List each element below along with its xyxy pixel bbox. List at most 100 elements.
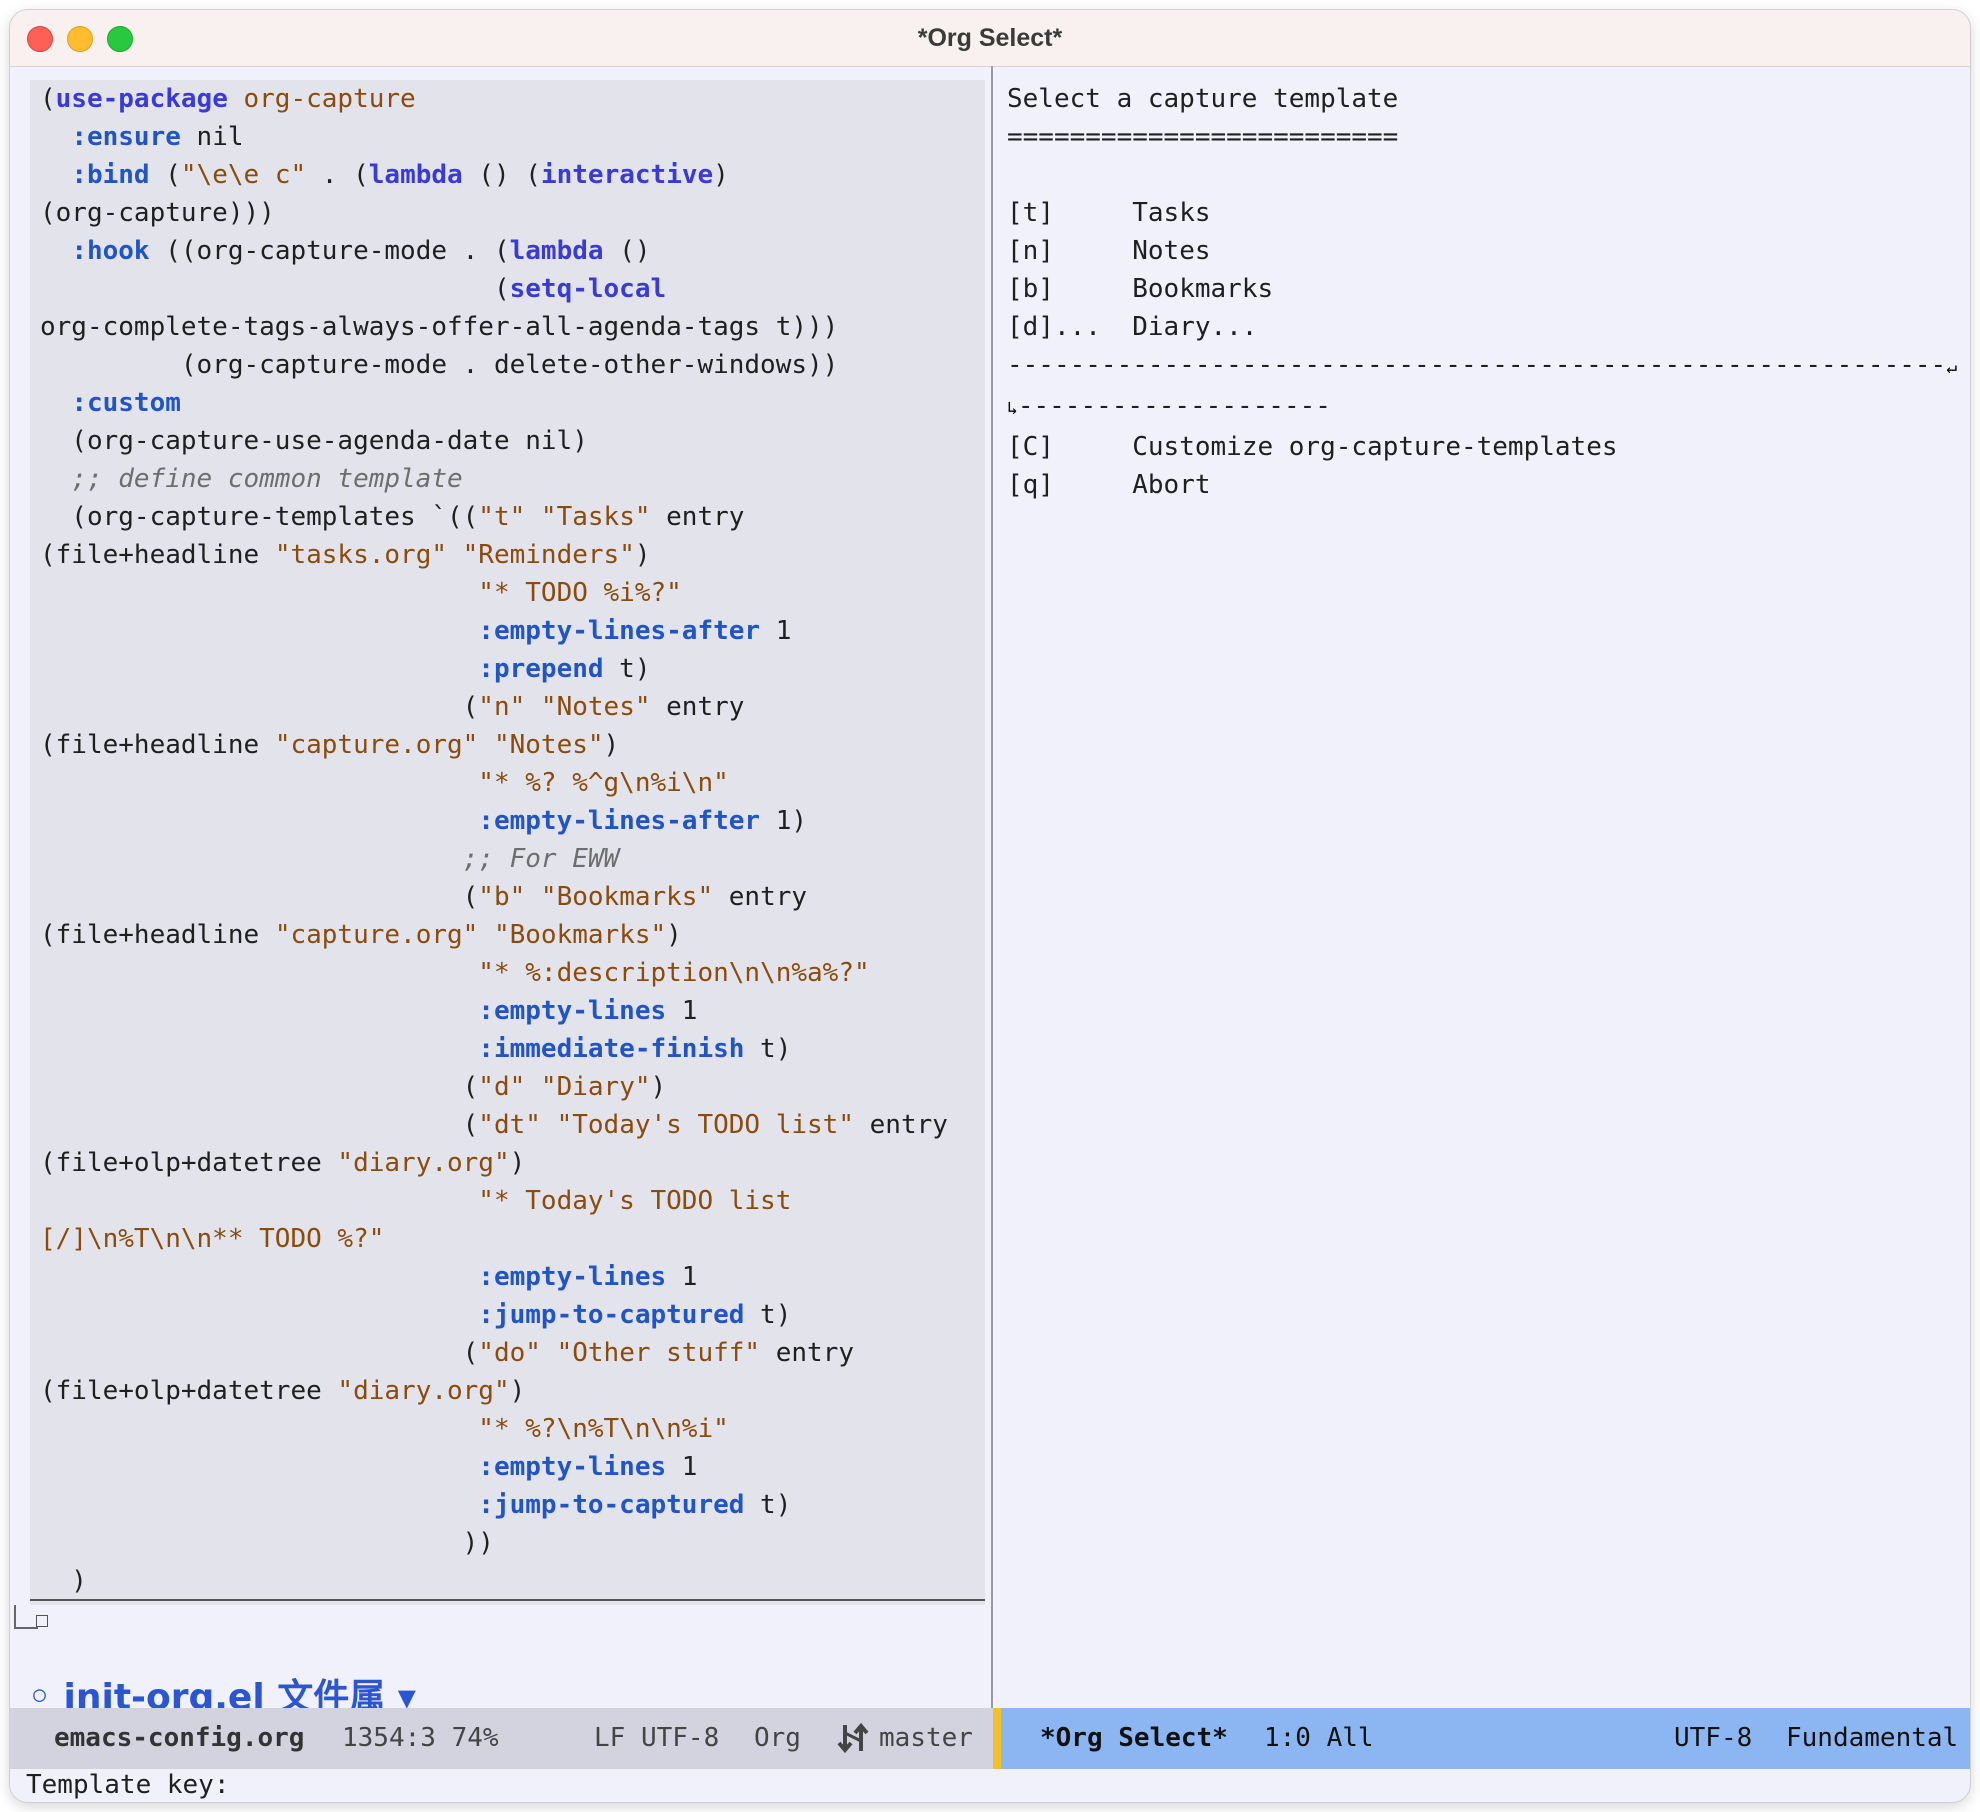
code-token: :empty-lines — [478, 1452, 667, 1482]
code-line: :empty-lines 1 — [40, 992, 948, 1030]
left-code-buffer[interactable]: (use-package org-capture :ensure nil :bi… — [40, 80, 948, 1600]
code-token: ) — [40, 1566, 87, 1596]
code-line: :immediate-finish t) — [40, 1030, 948, 1068]
code-line: (org-capture-use-agenda-date nil) — [40, 422, 948, 460]
template-key-tasks[interactable]: [t] — [1007, 198, 1054, 228]
code-token: (org-capture-use-agenda-date nil) — [40, 426, 588, 456]
code-token: "do" — [478, 1338, 541, 1368]
code-token: :jump-to-captured — [478, 1300, 745, 1330]
code-token: "b" — [478, 882, 526, 912]
code-token: ((org-capture-mode . ( — [149, 236, 510, 266]
action-label-abort[interactable]: Abort — [1132, 470, 1210, 500]
code-token: ) — [509, 1148, 526, 1178]
fold-indicator-icon — [36, 1615, 48, 1627]
modeline-position-active: 1:0 All — [1264, 1723, 1374, 1753]
minibuffer[interactable]: Template key: — [10, 1770, 1970, 1802]
action-key-abort[interactable]: [q] — [1007, 470, 1054, 500]
template-key-diary[interactable]: [d]... — [1007, 312, 1101, 342]
code-token: ( — [149, 160, 181, 190]
code-line: ("d" "Diary") — [40, 1068, 948, 1106]
code-token: "\e\e c" — [180, 160, 307, 190]
modeline-buffer-name[interactable]: emacs-config.org — [54, 1708, 304, 1769]
window-divider[interactable] — [991, 66, 993, 1708]
code-token: . ( — [306, 160, 369, 190]
code-token: (org-capture))) — [40, 198, 275, 228]
code-token: :empty-lines-after — [478, 806, 761, 836]
modeline-major-mode[interactable]: Org — [754, 1708, 801, 1769]
action-key-customize[interactable]: [C] — [1007, 432, 1054, 462]
modeline-major-mode-active[interactable]: Fundamental — [1786, 1708, 1958, 1769]
code-line: (setq-local — [40, 270, 948, 308]
modeline-encoding[interactable]: LF UTF-8 — [594, 1708, 719, 1769]
code-line: "* %:description\n\n%a%?" — [40, 954, 948, 992]
code-token: use-package — [55, 84, 228, 114]
code-token: org-capture — [227, 84, 416, 114]
code-token: :immediate-finish — [478, 1034, 745, 1064]
code-line: ("n" "Notes" entry — [40, 688, 948, 726]
template-label-notes[interactable]: Notes — [1132, 236, 1210, 266]
code-token: :hook — [71, 236, 150, 266]
code-token: t) — [744, 1034, 792, 1064]
code-token: 1 — [666, 1262, 698, 1292]
minibuffer-prompt: Template key: — [26, 1770, 230, 1800]
code-line: :empty-lines 1 — [40, 1258, 948, 1296]
code-token: ) — [634, 540, 651, 570]
code-token: "Tasks" — [540, 502, 651, 532]
code-token: ) — [509, 1376, 526, 1406]
modeline-vcs-branch[interactable]: master — [879, 1708, 973, 1769]
code-token: "Bookmarks" — [540, 882, 714, 912]
code-line: ("do" "Other stuff" entry — [40, 1334, 948, 1372]
code-token: (file+olp+datetree — [40, 1148, 338, 1178]
code-token: ( — [40, 84, 56, 114]
code-token: t) — [744, 1300, 792, 1330]
code-token: t) — [744, 1490, 792, 1520]
code-token: ) — [666, 920, 682, 950]
code-token: ) — [650, 1072, 667, 1102]
code-token: entry — [854, 1110, 948, 1140]
code-token: [/]\n%T\n\n** TODO %?" — [40, 1224, 385, 1254]
modeline-buffer-name-active[interactable]: *Org Select* — [1040, 1708, 1228, 1769]
template-label-tasks[interactable]: Tasks — [1132, 198, 1210, 228]
modeline-right[interactable]: *Org Select* 1:0 All UTF-8 Fundamental — [1001, 1708, 1970, 1769]
select-header-underline: ========================= — [1007, 122, 1399, 152]
code-token: :prepend — [478, 654, 604, 684]
code-token: 1) — [760, 806, 808, 836]
code-line: :empty-lines-after 1) — [40, 802, 948, 840]
template-label-diary[interactable]: Diary... — [1132, 312, 1257, 342]
code-token: "Other stuff" — [556, 1338, 761, 1368]
code-line: "* %? %^g\n%i\n" — [40, 764, 948, 802]
code-token: (file+olp+datetree — [40, 1376, 338, 1406]
left-editor-pane[interactable]: (use-package org-capture :ensure nil :bi… — [30, 80, 985, 1605]
code-token: :bind — [71, 160, 150, 190]
line-continue-icon: ↳ — [1007, 398, 1018, 419]
code-token: "Notes" — [540, 692, 651, 722]
code-token: "t" — [478, 502, 526, 532]
code-token: "diary.org" — [337, 1376, 510, 1406]
template-key-bookmarks[interactable]: [b] — [1007, 274, 1054, 304]
separator-line: ----------------------------------------… — [1007, 350, 1947, 380]
code-token: nil — [180, 122, 244, 152]
template-label-bookmarks[interactable]: Bookmarks — [1132, 274, 1273, 304]
code-token: "* %?\n%T\n\n%i" — [478, 1414, 729, 1444]
code-token: ;; For EWW — [40, 844, 620, 874]
code-line: (org-capture-templates `(("t" "Tasks" en… — [40, 498, 948, 536]
modeline-encoding-active[interactable]: UTF-8 — [1674, 1708, 1752, 1769]
code-line: )) — [40, 1524, 948, 1562]
separator-line-continued: -------------------- — [1017, 391, 1331, 421]
action-label-customize[interactable]: Customize org-capture-templates — [1132, 432, 1617, 462]
code-line: :custom — [40, 384, 948, 422]
template-key-notes[interactable]: [n] — [1007, 236, 1054, 266]
code-line: "* Today's TODO list — [40, 1182, 948, 1220]
code-token: () ( — [462, 160, 541, 190]
code-line: :prepend t) — [40, 650, 948, 688]
